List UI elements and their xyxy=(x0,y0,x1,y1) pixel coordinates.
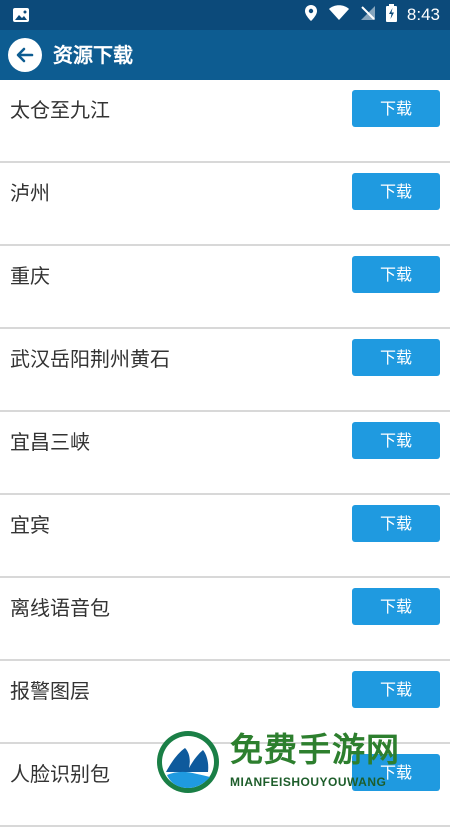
download-button[interactable]: 下载 xyxy=(352,588,440,625)
list-item-label: 报警图层 xyxy=(10,679,90,703)
watermark-logo-icon xyxy=(154,728,222,796)
list-item: 宜宾 下载 xyxy=(0,495,450,578)
list-item-label: 宜昌三峡 xyxy=(10,430,90,454)
download-button[interactable]: 下载 xyxy=(352,90,440,127)
app-bar: 资源下载 xyxy=(0,30,450,80)
resource-list: 太仓至九江 下载 泸州 下载 重庆 下载 武汉岳阳荆州黄石 下载 宜昌三峡 下载… xyxy=(0,80,450,827)
status-right: 8:43 xyxy=(304,4,440,26)
status-bar: 8:43 xyxy=(0,0,450,30)
list-item: 离线语音包 下载 xyxy=(0,578,450,661)
list-item-label: 人脸识别包 xyxy=(10,762,110,786)
battery-charging-icon xyxy=(385,4,397,26)
list-item-label: 离线语音包 xyxy=(10,596,110,620)
signal-off-icon xyxy=(360,5,376,25)
download-button[interactable]: 下载 xyxy=(352,422,440,459)
status-time: 8:43 xyxy=(406,5,440,24)
list-item: 武汉岳阳荆州黄石 下载 xyxy=(0,329,450,412)
watermark-text: 免费手游网 MIANFEISHOUYOUWANG xyxy=(230,728,440,800)
download-button[interactable]: 下载 xyxy=(352,173,440,210)
location-icon xyxy=(304,4,318,26)
arrow-left-icon xyxy=(16,47,34,63)
list-item: 泸州 下载 xyxy=(0,163,450,246)
list-item-label: 泸州 xyxy=(10,181,50,205)
list-item-label: 宜宾 xyxy=(10,513,50,537)
download-button[interactable]: 下载 xyxy=(352,671,440,708)
back-button[interactable] xyxy=(8,38,42,72)
list-item: 太仓至九江 下载 xyxy=(0,80,450,163)
download-button[interactable]: 下载 xyxy=(352,256,440,293)
watermark-subtitle: MIANFEISHOUYOUWANG xyxy=(230,775,387,789)
page-title: 资源下载 xyxy=(53,43,133,67)
watermark: 免费手游网 MIANFEISHOUYOUWANG xyxy=(154,728,450,800)
list-item: 宜昌三峡 下载 xyxy=(0,412,450,495)
list-item-label: 重庆 xyxy=(10,264,50,288)
download-button[interactable]: 下载 xyxy=(352,339,440,376)
list-item-label: 武汉岳阳荆州黄石 xyxy=(10,347,170,371)
download-button[interactable]: 下载 xyxy=(352,505,440,542)
watermark-title: 免费手游网 xyxy=(230,730,400,769)
wifi-icon xyxy=(328,5,350,25)
image-icon xyxy=(12,6,30,24)
list-item: 重庆 下载 xyxy=(0,246,450,329)
list-item-label: 太仓至九江 xyxy=(10,98,110,122)
